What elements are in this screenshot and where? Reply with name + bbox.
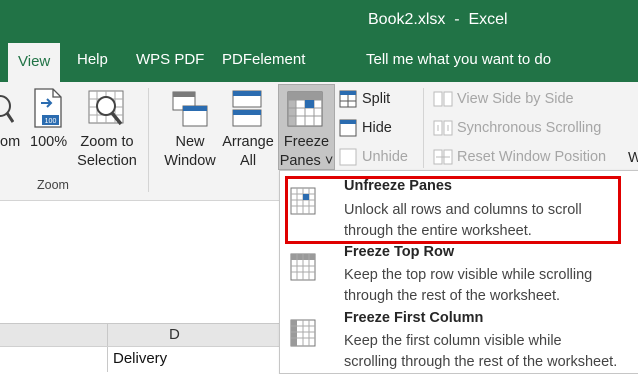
- zoom-to-selection-line2: Selection: [77, 153, 137, 169]
- tab-pdfelement[interactable]: PDFelement: [222, 51, 305, 68]
- view-side-by-side-button[interactable]: View Side by Side: [457, 91, 574, 107]
- switch-windows-partial[interactable]: W: [628, 150, 638, 166]
- unhide-icon[interactable]: [339, 148, 357, 171]
- freeze-first-column-description: Keep the first column visible while scro…: [344, 331, 634, 373]
- desc-line: scrolling through the rest of the worksh…: [344, 354, 618, 370]
- cell-d2[interactable]: Delivery: [113, 350, 167, 367]
- ribbon-separator: [423, 88, 424, 168]
- zoom-group-label: Zoom: [37, 178, 69, 192]
- tab-view[interactable]: View: [8, 43, 61, 82]
- arrange-all-line1: Arrange: [222, 134, 274, 150]
- window-title: Book2.xlsx - Excel: [368, 11, 508, 28]
- sync-scrolling-icon[interactable]: [433, 119, 453, 142]
- zoom-to-selection-icon[interactable]: [88, 90, 126, 135]
- ribbon-tabs: View Help WPS PDF PDFelement Tell me wha…: [0, 40, 638, 114]
- tell-me-search[interactable]: Tell me what you want to do: [366, 51, 551, 68]
- menu-item-freeze-top-row[interactable]: Freeze Top Row Keep the top row visible …: [280, 241, 638, 305]
- zoom-to-selection-label[interactable]: Zoom to Selection: [75, 133, 139, 171]
- freeze-first-column-icon: [290, 319, 316, 352]
- hide-button[interactable]: Hide: [362, 120, 392, 136]
- hide-icon[interactable]: [339, 119, 357, 142]
- arrange-all-icon[interactable]: [231, 88, 265, 133]
- column-d-header[interactable]: D: [169, 326, 180, 343]
- freeze-top-row-description: Keep the top row visible while scrolling…: [344, 265, 634, 307]
- new-window-icon[interactable]: [172, 88, 208, 133]
- ribbon-separator: [148, 88, 149, 192]
- new-window-label[interactable]: New Window: [160, 133, 220, 171]
- desc-line: Keep the first column visible while: [344, 333, 562, 349]
- desc-line: Keep the top row visible while scrolling: [344, 267, 593, 283]
- unhide-button[interactable]: Unhide: [362, 149, 408, 165]
- title-bar: Book2.xlsx - Excel: [0, 0, 638, 40]
- zoom-icon-partial[interactable]: [0, 92, 15, 131]
- split-button[interactable]: Split: [362, 91, 390, 107]
- freeze-top-row-title: Freeze Top Row: [344, 244, 455, 260]
- reset-window-icon[interactable]: [433, 148, 453, 171]
- new-window-line2: Window: [164, 153, 216, 169]
- side-by-side-icon[interactable]: [433, 90, 453, 113]
- freeze-panes-icon: [287, 91, 325, 134]
- freeze-first-column-title: Freeze First Column: [344, 310, 484, 326]
- highlight-box: [285, 176, 621, 244]
- arrange-all-label[interactable]: Arrange All: [220, 133, 276, 171]
- zoom-button-label[interactable]: om: [0, 133, 20, 152]
- tab-wps-pdf[interactable]: WPS PDF: [136, 51, 204, 68]
- freeze-panes-line2: Panes ˅: [279, 153, 334, 169]
- arrange-all-line2: All: [239, 153, 257, 169]
- freeze-top-row-icon: [290, 253, 316, 286]
- synchronous-scrolling-button[interactable]: Synchronous Scrolling: [457, 120, 601, 136]
- tab-help[interactable]: Help: [77, 51, 108, 68]
- new-window-line1: New: [175, 134, 205, 150]
- freeze-panes-line1: Freeze: [283, 134, 330, 150]
- zoom-100-label[interactable]: 100%: [30, 133, 67, 152]
- gridline: [107, 323, 108, 372]
- freeze-panes-label[interactable]: Freeze Panes ˅: [279, 133, 334, 171]
- menu-item-freeze-first-column[interactable]: Freeze First Column Keep the first colum…: [280, 307, 638, 371]
- split-icon[interactable]: [339, 90, 357, 113]
- desc-line: through the rest of the worksheet.: [344, 288, 561, 304]
- zoom-to-selection-line1: Zoom to: [80, 134, 134, 150]
- zoom-100-icon[interactable]: 100: [33, 88, 63, 133]
- reset-window-position-button[interactable]: Reset Window Position: [457, 149, 606, 165]
- svg-text:100: 100: [45, 118, 57, 125]
